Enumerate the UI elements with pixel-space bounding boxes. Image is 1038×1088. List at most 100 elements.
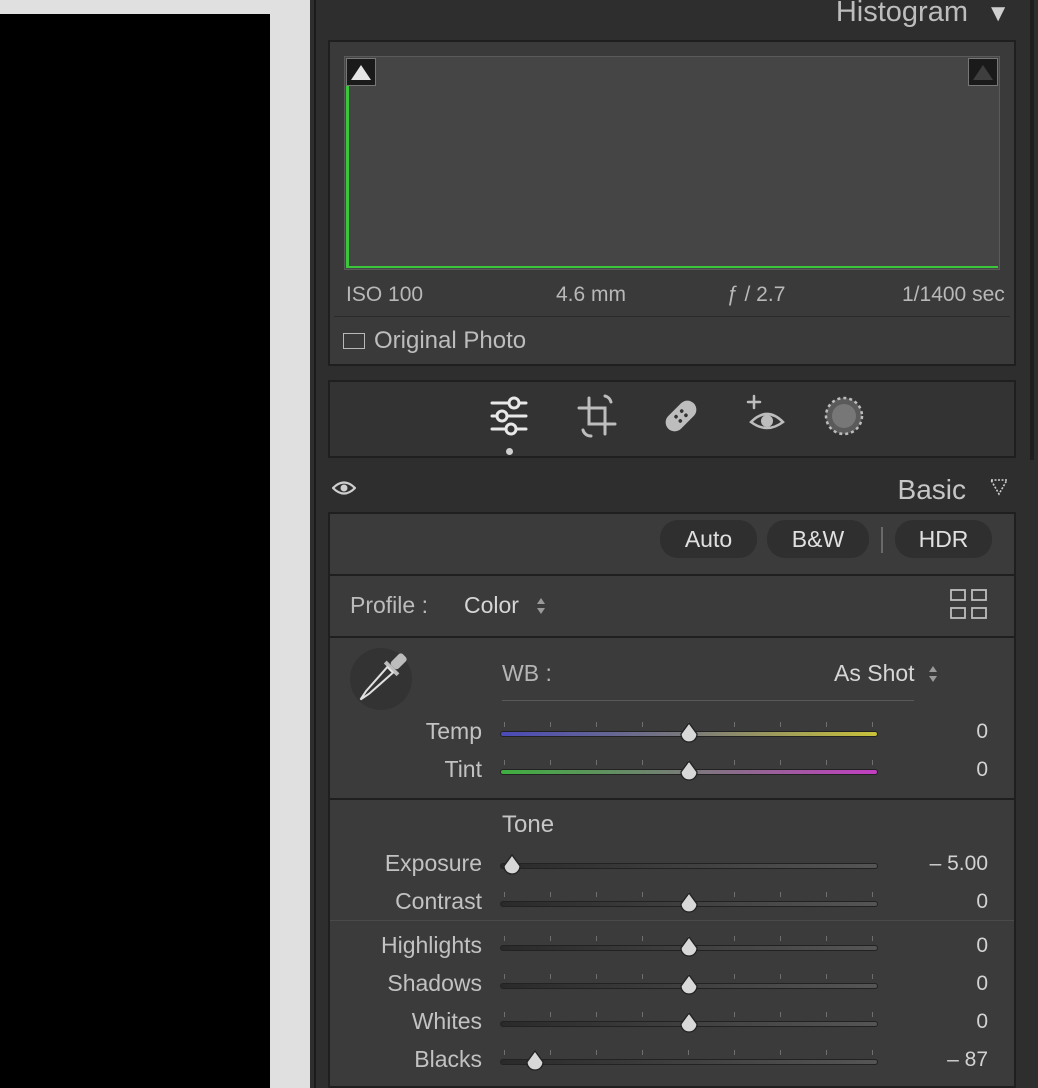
profile-updown-icon[interactable]: [536, 597, 546, 615]
slider-tick: [504, 1050, 505, 1055]
slider-tick: [596, 1050, 597, 1055]
tone-label: Tone: [502, 811, 555, 838]
slider-tick: [550, 760, 551, 765]
histogram-title[interactable]: Histogram: [836, 0, 968, 29]
bw-button[interactable]: B&W: [767, 520, 869, 558]
red-eye-icon[interactable]: [745, 394, 789, 438]
slider-tick: [826, 722, 827, 727]
contrast-slider-thumb[interactable]: [678, 892, 700, 916]
slider-tick: [734, 936, 735, 941]
slider-tick: [642, 892, 643, 897]
wb-updown-icon[interactable]: [928, 665, 938, 683]
slider-tick: [504, 974, 505, 979]
slider-tick: [596, 722, 597, 727]
tint-slider-thumb[interactable]: [678, 760, 700, 784]
slider-tick: [504, 1012, 505, 1017]
panel-divider[interactable]: [314, 0, 316, 1088]
profile-select[interactable]: Color: [464, 592, 519, 619]
masking-icon[interactable]: [822, 394, 866, 438]
blacks-slider-track[interactable]: [500, 1059, 878, 1065]
slider-tick: [596, 936, 597, 941]
slider-tick: [550, 974, 551, 979]
highlight-clipping-toggle[interactable]: [968, 58, 998, 86]
slider-tick: [596, 892, 597, 897]
crop-icon[interactable]: [575, 394, 619, 438]
whites-value[interactable]: 0: [848, 1010, 988, 1034]
basic-visibility-icon[interactable]: [332, 476, 356, 500]
panel-scrollbar[interactable]: [1030, 0, 1034, 460]
basic-collapse-icon[interactable]: [990, 478, 1008, 496]
shadows-value[interactable]: 0: [848, 972, 988, 996]
histogram-green-channel-baseline: [346, 266, 998, 268]
contrast-value[interactable]: 0: [848, 890, 988, 914]
temp-label: Temp: [425, 718, 482, 744]
slider-tick: [504, 892, 505, 897]
slider-tick: [550, 1012, 551, 1017]
blacks-slider-thumb[interactable]: [524, 1050, 546, 1074]
original-photo-label[interactable]: Original Photo: [374, 327, 526, 355]
whites-slider-thumb[interactable]: [678, 1012, 700, 1036]
exposure-slider-thumb[interactable]: [501, 854, 523, 878]
profile-label: Profile :: [350, 592, 428, 618]
basic-panel-title[interactable]: Basic: [898, 474, 966, 506]
profile-row: [328, 574, 1016, 638]
focal-length-readout: 4.6 mm: [556, 283, 627, 306]
slider-tick: [504, 936, 505, 941]
blacks-slider-ticks: [500, 1050, 878, 1056]
slider-tick: [734, 892, 735, 897]
slider-tick: [780, 936, 781, 941]
eyedropper-icon: [359, 653, 407, 701]
slider-tick: [642, 974, 643, 979]
slider-tick: [504, 722, 505, 727]
slider-tick: [826, 974, 827, 979]
temp-value[interactable]: 0: [848, 720, 988, 744]
slider-tick: [826, 1050, 827, 1055]
exposure-value[interactable]: – 5.00: [848, 852, 988, 876]
blacks-label: Blacks: [414, 1046, 482, 1072]
slider-tick: [642, 760, 643, 765]
wb-selector-dropper[interactable]: [350, 648, 412, 710]
auto-button[interactable]: Auto: [660, 520, 757, 558]
slider-tick: [642, 1012, 643, 1017]
blacks-value[interactable]: – 87: [848, 1048, 988, 1072]
shutter-readout: 1/1400 sec: [902, 283, 1005, 306]
slider-tick: [596, 1012, 597, 1017]
slider-tick: [826, 936, 827, 941]
highlights-slider-thumb[interactable]: [678, 936, 700, 960]
shadow-clipping-toggle[interactable]: [346, 58, 376, 86]
photo-preview[interactable]: [0, 14, 270, 1088]
slider-tick: [780, 722, 781, 727]
slider-tick: [734, 1012, 735, 1017]
iso-readout: ISO 100: [346, 283, 424, 306]
wb-select[interactable]: As Shot: [834, 660, 915, 687]
highlights-label: Highlights: [381, 932, 482, 958]
histogram-collapse-icon[interactable]: ▼: [986, 0, 1010, 28]
slider-tick: [780, 892, 781, 897]
shadow-clipping-icon: [351, 65, 371, 80]
edit-sliders-icon[interactable]: [487, 394, 531, 438]
exposure-label: Exposure: [384, 850, 482, 876]
highlight-clipping-icon: [973, 65, 993, 80]
original-photo-checkbox[interactable]: [343, 333, 365, 349]
slider-tick: [780, 974, 781, 979]
slider-tick: [688, 1050, 689, 1055]
exposure-slider-track[interactable]: [500, 863, 878, 869]
active-tool-indicator: [506, 448, 513, 455]
slider-tick: [826, 760, 827, 765]
healing-bandage-icon[interactable]: [659, 394, 703, 438]
slider-tick: [504, 760, 505, 765]
aperture-readout: ƒ / 2.7: [727, 283, 786, 306]
histogram-graph[interactable]: [344, 56, 1000, 270]
slider-tick: [826, 892, 827, 897]
wb-label: WB :: [502, 660, 552, 686]
profile-browser-grid-icon[interactable]: [950, 588, 988, 620]
slider-tick: [780, 1012, 781, 1017]
tint-value[interactable]: 0: [848, 758, 988, 782]
hdr-button[interactable]: HDR: [895, 520, 992, 558]
slider-tick: [780, 1050, 781, 1055]
shadows-slider-thumb[interactable]: [678, 974, 700, 998]
temp-slider-thumb[interactable]: [678, 722, 700, 746]
slider-tick: [550, 936, 551, 941]
slider-tick: [826, 1012, 827, 1017]
highlights-value[interactable]: 0: [848, 934, 988, 958]
